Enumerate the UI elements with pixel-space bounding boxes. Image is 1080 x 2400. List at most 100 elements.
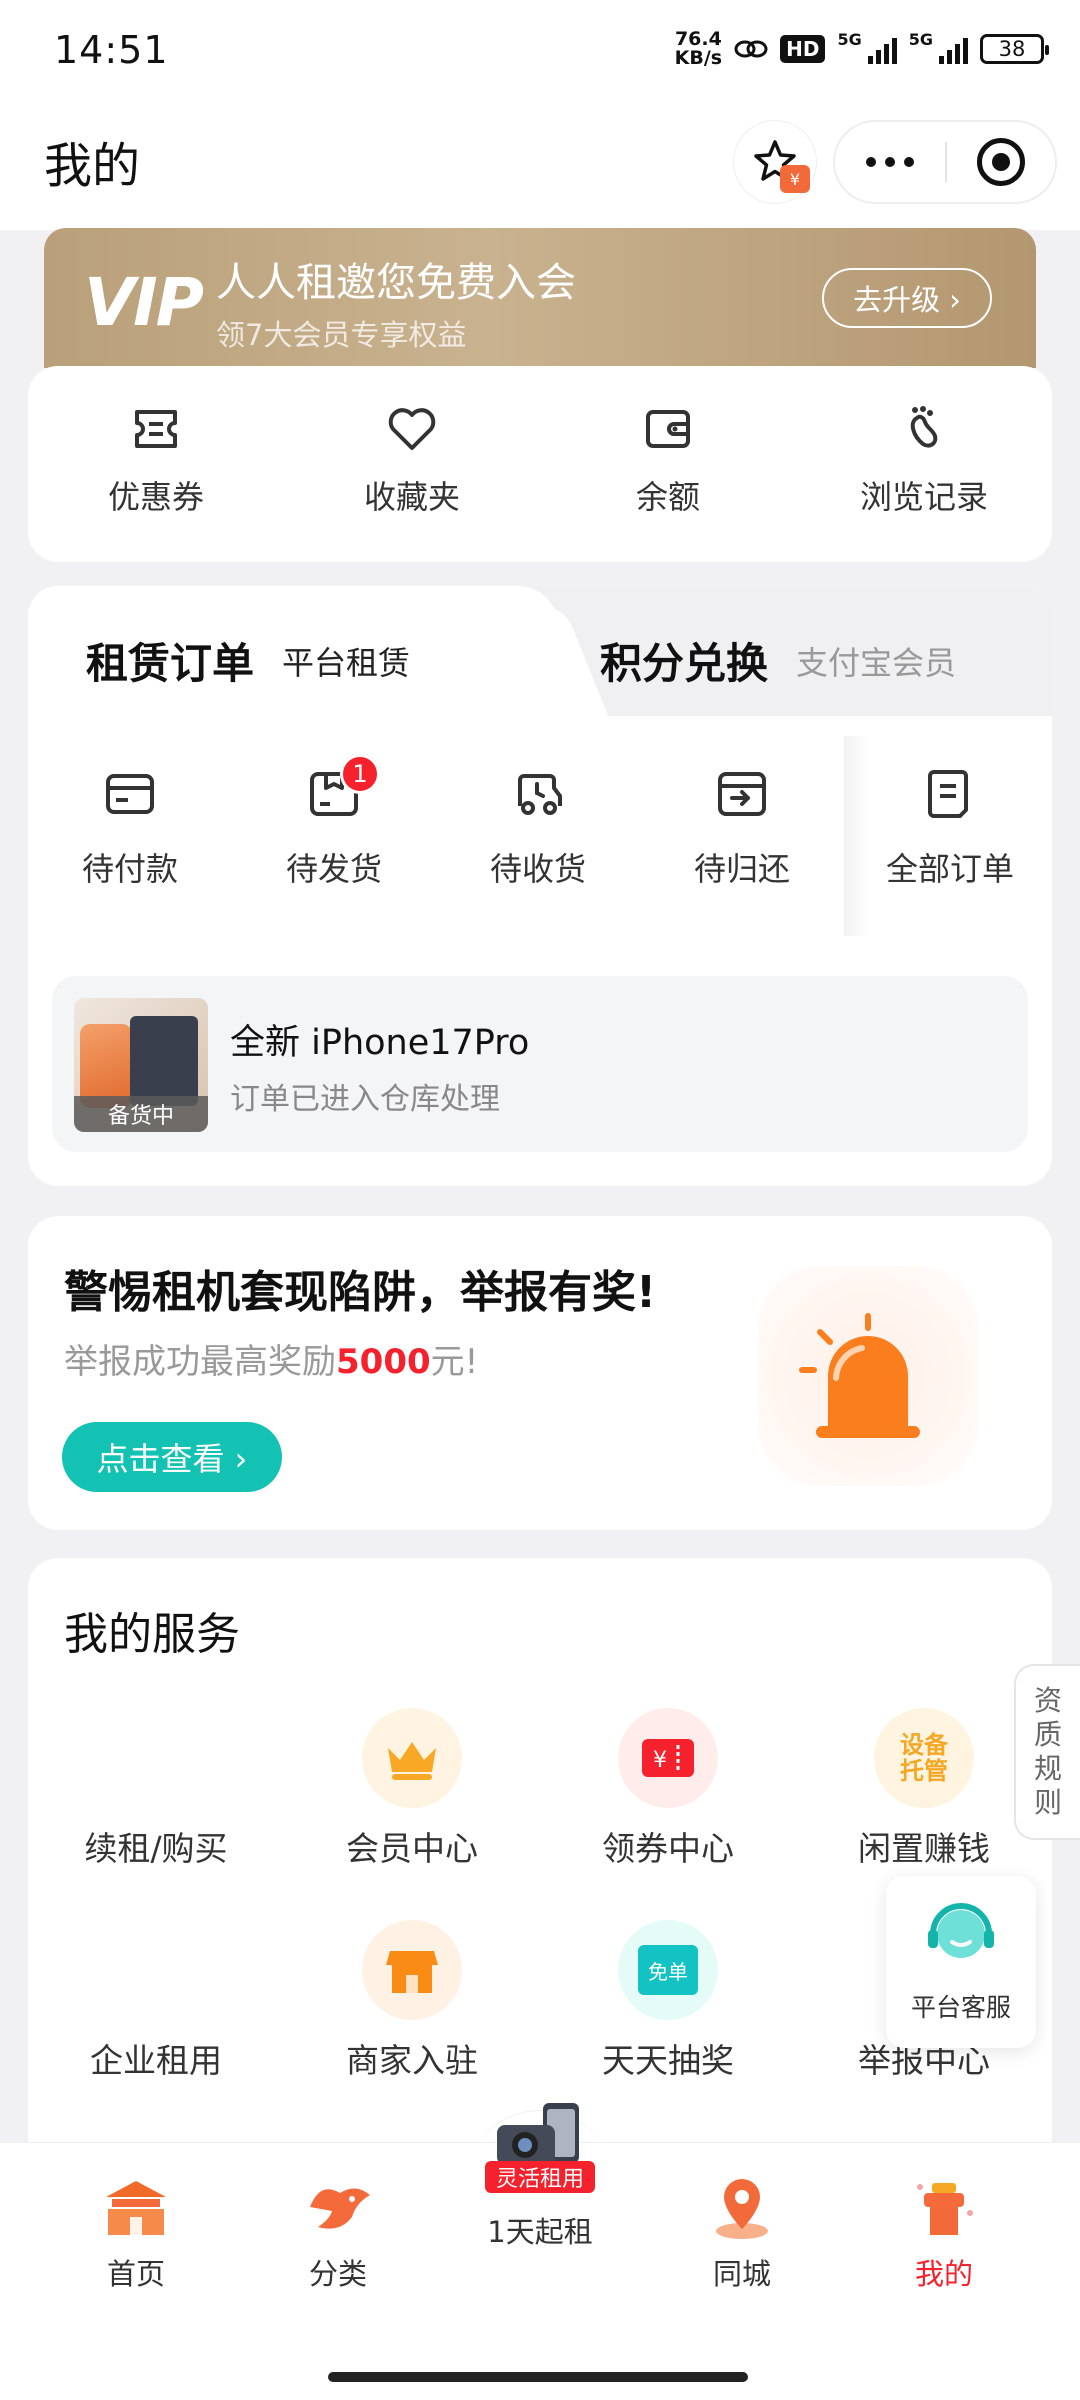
list-icon — [928, 770, 968, 818]
stocking-tag: 备货中 — [74, 1096, 208, 1132]
quick-label: 余额 — [635, 478, 700, 516]
location-icon — [716, 2179, 768, 2239]
order-pending-receipt[interactable]: 待收货 — [436, 766, 640, 890]
quick-item-history[interactable]: 浏览记录 — [796, 402, 1052, 518]
wallet-icon — [646, 410, 690, 448]
services-title: 我的服务 — [64, 1609, 240, 1660]
customer-service-button[interactable]: 平台客服 — [886, 1876, 1036, 2048]
report-title: 警惕租机套现陷阱，举报有奖! — [64, 1267, 657, 1318]
order-all[interactable]: 全部订单 — [848, 766, 1052, 890]
order-pending-return[interactable]: 待归还 — [640, 766, 844, 890]
network-speed: 76.4 KB/s — [675, 30, 722, 68]
order-label: 全部订单 — [885, 850, 1014, 888]
idle-icon: 设备托管 — [874, 1708, 974, 1808]
page-header: 我的 ¥ — [0, 110, 1080, 230]
vip-title: 人人租邀您免费入会 — [216, 260, 576, 306]
tab-category[interactable]: 分类 — [238, 2173, 438, 2293]
enterprise-icon — [106, 1920, 206, 2020]
hd-badge: HD — [780, 35, 826, 63]
more-button[interactable] — [835, 120, 945, 204]
qualification-rules-tab[interactable]: 资质规则 — [1014, 1664, 1080, 1840]
order-count-badge: 1 — [340, 754, 380, 794]
tab-label: 分类 — [308, 2257, 367, 2291]
idle-icon-text: 设备托管 — [900, 1731, 948, 1785]
quick-item-coupon[interactable]: 优惠券 — [28, 402, 284, 518]
network-type-1: 5G — [837, 29, 862, 49]
tab-rental-subtitle: 平台租赁 — [282, 644, 411, 682]
service-member-center[interactable]: 会员中心 — [284, 1708, 540, 1870]
quick-label: 收藏夹 — [363, 478, 460, 516]
tab-points-subtitle: 支付宝会员 — [796, 644, 957, 682]
tab-label: 1天起租 — [487, 2215, 593, 2249]
target-icon — [976, 138, 1025, 186]
order-label: 待收货 — [489, 850, 586, 888]
profile-icon — [917, 2183, 973, 2235]
free-order-icon: 免单 — [618, 1920, 718, 2020]
quick-label: 浏览记录 — [859, 478, 988, 516]
close-mini-program-button[interactable] — [947, 120, 1055, 204]
favorite-button[interactable]: ¥ — [733, 120, 817, 204]
bird-icon — [310, 2188, 370, 2229]
service-coupon-center[interactable]: ¥ 领券中心 — [540, 1708, 796, 1870]
quick-item-balance[interactable]: 余额 — [540, 402, 796, 518]
card-icon — [106, 774, 154, 814]
heart-icon — [388, 408, 436, 450]
service-daily-lottery[interactable]: 免单 天天抽奖 — [540, 1920, 796, 2082]
mini-program-capsule — [833, 120, 1057, 204]
tab-flexible-rental[interactable]: 灵活租用 1天起租 — [440, 2097, 640, 2251]
order-pending-shipment[interactable]: 1 待发货 — [232, 754, 436, 890]
tab-mine[interactable]: 我的 — [844, 2173, 1044, 2293]
service-label: 会员中心 — [346, 1829, 478, 1868]
yen-badge-icon: ¥ — [780, 165, 810, 193]
report-amount: 5000 — [336, 1342, 431, 1382]
tab-label: 我的 — [914, 2257, 973, 2291]
home-icon — [106, 2181, 166, 2235]
signal-icon — [867, 34, 897, 64]
service-renew-buy[interactable]: 续租/购买 — [28, 1708, 284, 1870]
service-enterprise-rental[interactable]: 企业租用 — [28, 1920, 284, 2082]
notice-title: 全新 iPhone17Pro — [230, 1023, 530, 1063]
ticket-icon: ¥ — [618, 1708, 718, 1808]
report-subtitle: 举报成功最高奖励5000元! — [64, 1334, 478, 1383]
side-tab-label: 资质规则 — [1033, 1684, 1062, 1819]
battery-icon: 38 — [980, 34, 1049, 64]
vip-subtitle: 领7大会员专享权益 — [216, 318, 467, 352]
quick-label: 优惠券 — [107, 478, 204, 516]
service-label: 商家入驻 — [346, 2041, 478, 2080]
vip-banner[interactable]: VIP 人人租邀您免费入会 领7大会员专享权益 去升级 › — [44, 228, 1036, 368]
svg-text:¥: ¥ — [653, 1748, 667, 1773]
flexible-rental-badge: 灵活租用 — [485, 2161, 595, 2193]
tab-points-exchange[interactable]: 积分兑换 — [600, 630, 768, 691]
service-merchant-join[interactable]: 商家入驻 — [284, 1920, 540, 2082]
page-title: 我的 — [44, 138, 141, 194]
service-label: 企业租用 — [90, 2041, 222, 2080]
view-report-button[interactable]: 点击查看 › — [62, 1422, 282, 1492]
order-label: 待付款 — [81, 850, 178, 888]
home-indicator[interactable] — [328, 2372, 748, 2382]
order-label: 待发货 — [285, 850, 382, 888]
order-pending-payment[interactable]: 待付款 — [28, 766, 232, 890]
upgrade-button[interactable]: 去升级 › — [822, 268, 992, 328]
alarm-icon — [799, 1313, 920, 1438]
tab-local[interactable]: 同城 — [642, 2173, 842, 2293]
service-label: 闲置赚钱 — [858, 1829, 990, 1868]
bottom-tab-bar: 首页 分类 灵活租用 1天起租 同城 我的 — [0, 2103, 1080, 2400]
phone-box-image — [130, 1016, 198, 1106]
free-order-text: 免单 — [638, 1945, 698, 1995]
service-label: 续租/购买 — [84, 1829, 228, 1868]
status-bar: 14:51 76.4 KB/s HD 5G 5G 38 — [0, 0, 1080, 110]
report-banner: 警惕租机套现陷阱，举报有奖! 举报成功最高奖励5000元! 点击查看 › — [28, 1216, 1052, 1530]
headset-icon — [928, 1903, 994, 1958]
signal-icon-2 — [939, 34, 968, 64]
tab-rental-title[interactable]: 租赁订单 — [86, 630, 254, 691]
notice-subtitle: 订单已进入仓库处理 — [230, 1082, 500, 1117]
order-status-notice[interactable]: 备货中 全新 iPhone17Pro 订单已进入仓库处理 — [52, 976, 1028, 1152]
quick-item-favorites[interactable]: 收藏夹 — [284, 402, 540, 518]
crown-icon — [362, 1708, 462, 1808]
customer-service-label: 平台客服 — [910, 1993, 1011, 2022]
orders-card: 租赁订单 平台租赁 积分兑换 支付宝会员 待付款 1 待发货 待收货 待归还 全… — [28, 586, 1052, 1186]
renew-buy-icon — [106, 1708, 206, 1808]
order-label: 待归还 — [693, 850, 790, 888]
tab-home[interactable]: 首页 — [36, 2173, 236, 2293]
network-type-2: 5G — [908, 29, 933, 49]
